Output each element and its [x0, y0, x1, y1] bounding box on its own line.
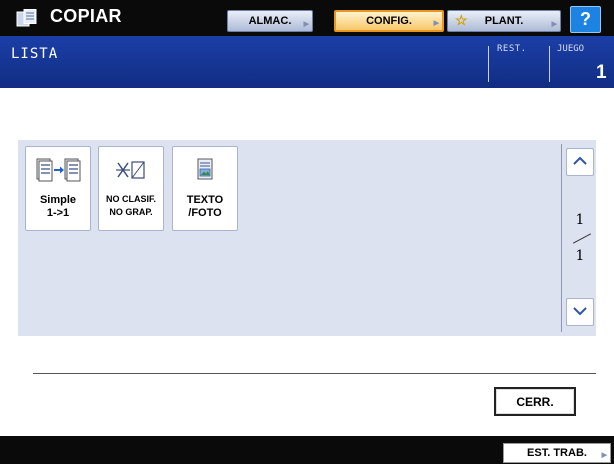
top-bar: COPIAR ALMAC. ▶ CONFIG. ▶ ☆ PLANT. ▶ ?	[0, 0, 614, 36]
arrow-right-icon: ▶	[303, 21, 309, 28]
divider	[488, 46, 489, 82]
page-separator	[572, 233, 592, 244]
juego-label: JUEGO	[557, 44, 585, 54]
panel-divider	[561, 144, 562, 332]
function-label: Simple	[39, 194, 77, 206]
star-icon: ☆	[455, 12, 468, 28]
arrow-right-icon: ▶	[601, 452, 607, 459]
close-label: CERR.	[516, 394, 554, 409]
divider	[33, 373, 596, 374]
text-photo-button[interactable]: TEXTO /FOTO	[172, 146, 238, 231]
page-total: 1	[575, 248, 585, 264]
status-label: LISTA	[11, 46, 59, 62]
scroll-down-button[interactable]	[566, 298, 594, 326]
page-current: 1	[575, 212, 585, 228]
text-photo-icon	[173, 157, 237, 185]
function-label: 1->1	[46, 207, 70, 219]
plant-label: PLANT.	[484, 15, 524, 27]
config-label: CONFIG.	[366, 15, 412, 27]
help-button[interactable]: ?	[570, 6, 601, 33]
copier-icon	[16, 9, 38, 27]
job-status-label: EST. TRAB.	[527, 447, 587, 459]
chevron-up-icon	[572, 153, 588, 171]
status-bar: LISTA REST. JUEGO 1	[0, 36, 614, 88]
function-label: /FOTO	[188, 207, 222, 219]
function-label: TEXTO	[186, 194, 224, 206]
chevron-down-icon	[572, 303, 588, 321]
app-title: COPIAR	[50, 6, 122, 26]
juego-count: 1	[596, 62, 607, 83]
rest-label: REST.	[497, 44, 527, 54]
scroll-up-button[interactable]	[566, 148, 594, 176]
function-label: NO GRAP.	[109, 207, 153, 217]
almac-button[interactable]: ALMAC. ▶	[227, 10, 313, 32]
function-list-panel: Simple 1->1 NO CLASIF. NO GRAP. TEXTO /F…	[18, 140, 596, 336]
job-status-button[interactable]: EST. TRAB. ▶	[503, 443, 611, 463]
almac-label: ALMAC.	[248, 15, 292, 27]
arrow-right-icon: ▶	[433, 20, 439, 27]
divider	[549, 46, 550, 82]
arrow-right-icon: ▶	[551, 21, 557, 28]
close-button[interactable]: CERR.	[494, 387, 576, 416]
function-label: NO CLASIF.	[105, 194, 156, 204]
config-button[interactable]: CONFIG. ▶	[334, 10, 444, 32]
no-sort-no-staple-button[interactable]: NO CLASIF. NO GRAP.	[98, 146, 164, 231]
help-label: ?	[580, 9, 591, 29]
simplex-copy-icon	[26, 157, 90, 185]
simplex-button[interactable]: Simple 1->1	[25, 146, 91, 231]
plant-button[interactable]: ☆ PLANT. ▶	[447, 10, 561, 32]
no-sort-no-staple-icon	[99, 157, 163, 185]
